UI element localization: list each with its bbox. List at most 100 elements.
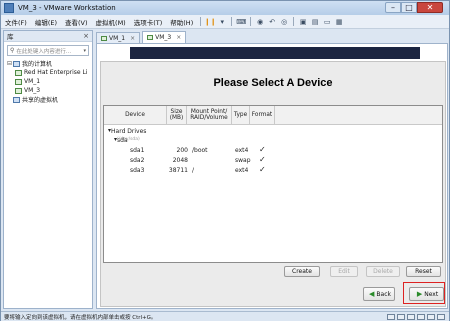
tree-item-label: VM_3 — [24, 87, 41, 94]
column-header-mount: Mount Point/ RAID/Volume — [187, 106, 232, 124]
send-ctrl-alt-del-icon[interactable]: ⌨ — [236, 17, 246, 26]
vm-running-icon — [15, 87, 22, 94]
pause-icon[interactable]: ❙❙ — [204, 17, 216, 26]
window-controls: – □ ✕ — [385, 2, 443, 13]
thumbnail-icon[interactable]: ▦ — [334, 17, 344, 26]
column-header-device: Device — [104, 106, 167, 124]
tab-close-icon[interactable]: × — [176, 34, 181, 41]
partition-mount: /boot — [192, 147, 208, 154]
status-bar: 要将输入定向到该虚拟机，请在虚拟机内部单击或按 Ctrl+G。 — [1, 311, 449, 321]
shared-vm-icon — [13, 96, 20, 103]
usb-icon[interactable] — [417, 313, 425, 320]
library-title: 库 — [7, 33, 14, 41]
tab-close-icon[interactable]: × — [130, 35, 135, 42]
sound-icon[interactable] — [427, 313, 435, 320]
create-button[interactable]: Create — [284, 266, 320, 277]
printer-icon[interactable] — [437, 313, 445, 320]
back-button[interactable]: ◀ Back — [363, 287, 395, 301]
partition-type: ext4 — [235, 147, 249, 154]
vm-icon — [147, 35, 154, 40]
menu-view[interactable]: 查看(V) — [61, 17, 92, 27]
menu-vm[interactable]: 虚拟机(M) — [92, 17, 130, 27]
group-label: ▾ Hard Drives — [108, 127, 147, 135]
edit-button[interactable]: Edit — [330, 266, 358, 277]
tree-item-shared-vms[interactable]: 共享的虚拟机 — [7, 95, 92, 104]
snapshot-icon[interactable]: ◉ — [255, 17, 265, 26]
vmware-app-icon — [4, 3, 14, 13]
tab-label: VM_1 — [109, 34, 126, 42]
minimize-button[interactable]: – — [385, 2, 401, 13]
next-button-highlight — [403, 282, 445, 304]
tree-item-label: 我的计算机 — [22, 61, 53, 68]
disk-label: ▾ sda (/dev/sda) — [114, 136, 140, 144]
cdrom-icon[interactable] — [397, 313, 405, 320]
maximize-button[interactable]: □ — [401, 2, 417, 13]
tab-label: VM_3 — [155, 34, 172, 41]
column-header-size: Size (MB) — [167, 106, 187, 124]
vmware-window: VM_3 - VMware Workstation – □ ✕ 文件(F) 编辑… — [0, 0, 450, 321]
partition-device: sda1 — [130, 147, 145, 154]
hard-disk-icon[interactable] — [387, 313, 395, 320]
tab-vm1[interactable]: VM_1 × — [96, 32, 141, 43]
unity-icon[interactable]: ▤ — [310, 17, 320, 26]
partition-type: swap — [235, 157, 251, 164]
manage-snapshots-icon[interactable]: ◎ — [279, 17, 289, 26]
computer-icon — [13, 60, 20, 67]
pause-dropdown-icon[interactable]: ▾ — [217, 17, 227, 26]
table-row[interactable]: sda2 2048 swap ✓ — [104, 155, 442, 166]
library-tree: ⊟ 我的计算机 Red Hat Enterprise Li VM_1 VM_3 … — [4, 59, 92, 104]
menu-help[interactable]: 帮助(H) — [166, 17, 197, 27]
toolbar-separator — [293, 17, 295, 26]
page-title: Please Select A Device — [213, 76, 333, 89]
window-title: VM_3 - VMware Workstation — [18, 4, 116, 12]
format-check-icon: ✓ — [259, 155, 266, 164]
table-header: Device Size (MB) Mount Point/ RAID/Volum… — [104, 106, 442, 125]
device-table[interactable]: Device Size (MB) Mount Point/ RAID/Volum… — [103, 105, 443, 263]
console-view-icon[interactable]: ▭ — [322, 17, 332, 26]
tree-item-my-computer[interactable]: ⊟ 我的计算机 — [7, 59, 92, 68]
installer-screen: Please Select A Device Device Size (MB) … — [100, 61, 446, 307]
tree-item-label: VM_1 — [24, 78, 41, 85]
toolbar-separator — [250, 17, 252, 26]
library-panel: 库 × ⚲ 在此处键入内容进行... ▾ ⊟ 我的计算机 Red Hat Ent… — [3, 30, 93, 309]
column-header-format: Format — [250, 106, 275, 124]
menu-bar: 文件(F) 编辑(E) 查看(V) 虚拟机(M) 选项卡(T) 帮助(H) ❙❙… — [1, 15, 449, 29]
tree-item-vm3[interactable]: VM_3 — [7, 86, 92, 95]
format-check-icon: ✓ — [259, 165, 266, 174]
library-close-icon[interactable]: × — [83, 32, 89, 40]
partition-device: sda2 — [130, 157, 145, 164]
chevron-down-icon[interactable]: ▾ — [83, 48, 86, 54]
vm-tabs: VM_1 × VM_3 × — [96, 30, 188, 43]
menu-tabs[interactable]: 选项卡(T) — [130, 17, 167, 27]
close-button[interactable]: ✕ — [417, 2, 443, 13]
library-search-input[interactable]: ⚲ 在此处键入内容进行... ▾ — [7, 45, 89, 56]
delete-button[interactable]: Delete — [366, 266, 400, 277]
toolbar-separator — [200, 17, 202, 26]
partition-device: sda3 — [130, 167, 145, 174]
revert-snapshot-icon[interactable]: ↶ — [267, 17, 277, 26]
library-header: 库 × — [4, 31, 92, 42]
network-icon[interactable] — [407, 313, 415, 320]
installer-banner — [130, 47, 420, 59]
tree-row-sda[interactable]: ▾ sda (/dev/sda) — [104, 135, 442, 145]
tab-vm3[interactable]: VM_3 × — [142, 31, 187, 43]
library-search-placeholder: 在此处键入内容进行... — [16, 48, 72, 55]
menu-edit[interactable]: 编辑(E) — [31, 17, 61, 27]
toolbar-separator — [231, 17, 233, 26]
column-header-type: Type — [232, 106, 250, 124]
tree-item-vm1[interactable]: VM_1 — [7, 77, 92, 86]
fullscreen-icon[interactable]: ▣ — [298, 17, 308, 26]
reset-button[interactable]: Reset — [406, 266, 441, 277]
table-row[interactable]: sda3 38711 / ext4 ✓ — [104, 165, 442, 176]
table-row[interactable]: sda1 200 /boot ext4 ✓ — [104, 145, 442, 156]
device-status-icons — [385, 313, 445, 320]
back-button-label: Back — [376, 290, 391, 298]
format-check-icon: ✓ — [259, 145, 266, 154]
vm-console[interactable]: Please Select A Device Device Size (MB) … — [96, 43, 448, 309]
tree-item-redhat[interactable]: Red Hat Enterprise Li — [7, 68, 92, 77]
menu-file[interactable]: 文件(F) — [1, 17, 31, 27]
vm-icon — [101, 35, 107, 41]
status-text: 要将输入定向到该虚拟机，请在虚拟机内部单击或按 Ctrl+G。 — [4, 314, 157, 321]
partition-size: 38711 — [168, 167, 188, 174]
back-arrow-icon: ◀ — [369, 290, 375, 298]
